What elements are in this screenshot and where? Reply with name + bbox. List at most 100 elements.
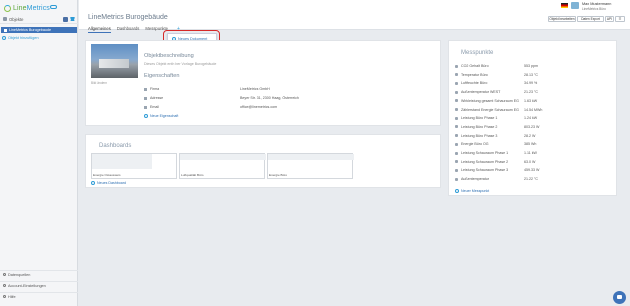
messpunkt-row[interactable]: Außentemperatur — [455, 177, 565, 181]
messpunkt-value: 803.23 W — [524, 124, 540, 129]
tab-allgemeines[interactable]: Allgemeines — [88, 26, 111, 33]
text-icon — [144, 87, 147, 91]
data-export-button[interactable]: Daten Export — [577, 16, 604, 22]
avatar[interactable] — [571, 2, 579, 9]
sensor-icon — [455, 108, 458, 111]
dashboard-thumbnail[interactable]: Energie Büro — [267, 153, 354, 179]
object-description: Dieses Objekt enth ber Vorlage Burogebäu… — [144, 62, 217, 66]
messpunkt-label: Leistung Büro Phase 1 — [461, 116, 498, 121]
sensor-icon — [455, 90, 458, 94]
plus-circle-icon — [144, 114, 148, 118]
messpunkt-value: 1.63 kW — [524, 98, 538, 103]
messpunkt-value: 28.2 W — [524, 133, 536, 138]
thumbnail-preview — [92, 154, 152, 169]
cloud-icon[interactable] — [50, 5, 57, 9]
sidebar-footer-datenquellen[interactable]: Datenquellen — [0, 270, 78, 278]
messpunkt-row[interactable]: Zählerstand Energie Schauraum EG — [455, 108, 565, 112]
property-row-adresse: Adresse — [144, 96, 163, 100]
sidebar-footer-label: Datenquellen — [8, 272, 31, 277]
property-row-email: Email — [144, 105, 159, 109]
messpunkt-label: Wirkleistung gesamt Schauraum EG — [461, 98, 519, 103]
plus-circle-icon — [91, 181, 95, 185]
messpunkt-row[interactable]: Wirkleistung gesamt Schauraum EG — [455, 99, 565, 103]
messpunkt-row[interactable]: Leistung Büro Phase 1 — [455, 116, 565, 120]
linemetrics-logo[interactable]: LineMetrics — [4, 3, 50, 13]
menu-icon[interactable]: ☰ — [615, 16, 625, 22]
messpunkt-row[interactable]: Leistung Schauraum Phase 2 — [455, 160, 565, 164]
property-row-firma: Firma — [144, 87, 159, 91]
change-image-link[interactable]: Bild ändern — [91, 81, 107, 85]
building-icon — [4, 28, 7, 32]
object-image[interactable] — [91, 44, 138, 78]
messpunkt-row[interactable]: CO2 Gehalt Büro — [455, 64, 565, 68]
messpunkte-card: Messpunkte CO2 Gehalt Büro 553 ppm Tempera… — [448, 40, 617, 196]
messpunkt-label: Leistung Schauraum Phase 3 — [461, 168, 509, 173]
sidebar-footer-account-settings[interactable]: Account-Einstellungen — [0, 281, 78, 289]
sidebar-item-linemetrics-burogebaude[interactable]: LineMetrics Burogebaude — [1, 27, 77, 33]
sidebar-footer-label: Account-Einstellungen — [8, 283, 46, 288]
add-dashboard-button[interactable]: Neues Dashboard — [91, 181, 126, 185]
api-button[interactable]: API — [605, 16, 614, 22]
sensor-icon — [455, 73, 458, 77]
sensor-icon — [455, 64, 458, 68]
dashboard-name: Energie Ostausweis — [93, 173, 121, 177]
messpunkt-label: Leistung Schauraum Phase 1 — [461, 151, 509, 155]
user-name[interactable]: Max Mustermann — [582, 2, 611, 6]
messpunkte-title: Messpunkte — [461, 50, 494, 56]
sensor-icon — [455, 81, 458, 85]
add-dashboard-label: Neues Dashboard — [97, 181, 126, 185]
sidebar-footer-help[interactable]: Hilfe — [0, 292, 78, 300]
list-view-icon[interactable] — [63, 17, 68, 22]
description-title: Objektbeschreibung — [144, 53, 194, 59]
messpunkt-value: 1.11 kW — [524, 151, 537, 155]
messpunkt-row[interactable]: Leistung Schauraum Phase 3 — [455, 168, 565, 172]
dashboard-thumbnail[interactable]: Luftqualität Büro — [179, 153, 266, 179]
add-property-button[interactable]: Neue Eigenschaft — [144, 114, 178, 118]
sensor-icon — [455, 116, 458, 120]
messpunkt-value: 459.33 W — [524, 168, 540, 173]
messpunkt-label: CO2 Gehalt Büro — [461, 64, 489, 68]
add-messpunkt-button[interactable]: Neuer Messpunkt — [455, 189, 489, 193]
messpunkt-row[interactable]: Energie Büro OG — [455, 142, 565, 146]
messpunkt-label: Leistung Büro Phase 3 — [461, 133, 498, 138]
filter-icon[interactable] — [70, 17, 75, 21]
datasource-icon — [3, 273, 6, 276]
sidebar-footer-label: Hilfe — [8, 294, 16, 299]
add-object-button[interactable]: Objekt hinzufügen — [2, 36, 39, 40]
sensor-icon — [455, 142, 458, 146]
messpunkt-row[interactable]: Temperatur Büro — [455, 73, 565, 77]
text-icon — [144, 105, 147, 109]
messpunkt-value: 63.0 W — [524, 159, 536, 164]
messpunkt-label: Leistung Büro Phase 2 — [461, 124, 498, 129]
sensor-icon — [455, 151, 458, 155]
messpunkt-value: 1.24 kW — [524, 116, 538, 121]
messpunkt-row[interactable]: Außentemperatur WEST — [455, 90, 565, 94]
messpunkt-label: Luftfeuchte Büro — [461, 81, 488, 86]
sidebar-item-label: LineMetrics Burogebaude — [9, 28, 52, 32]
sensor-icon — [455, 99, 458, 103]
objects-icon — [3, 17, 7, 21]
tab-dashboards[interactable]: Dashboards — [117, 26, 140, 33]
logo-icon — [4, 4, 11, 12]
dashboard-thumbnail[interactable]: Energie Ostausweis — [91, 153, 177, 179]
messpunkt-row[interactable]: Leistung Büro Phase 3 — [455, 134, 565, 138]
add-property-label: Neue Eigenschaft — [150, 114, 179, 118]
messpunkt-label: Energie Büro OG — [461, 142, 489, 147]
messpunkt-row[interactable]: Leistung Büro Phase 2 — [455, 125, 565, 129]
sidebar: LineMetrics Objekte LineMetrics Burogeba… — [0, 0, 78, 306]
add-object-label: Objekt hinzufügen — [8, 36, 39, 40]
messpunkt-row[interactable]: Luftfeuchte Büro — [455, 81, 565, 85]
edit-object-button[interactable]: Objekt bearbeiten — [548, 16, 576, 22]
dashboards-title: Dashboards — [99, 143, 132, 149]
sensor-icon — [455, 168, 458, 172]
property-value: office@linemetrics.com — [240, 105, 278, 109]
settings-icon — [3, 284, 6, 287]
logo-text-line: Line — [13, 4, 27, 12]
messpunkt-value: 553 ppm — [524, 64, 538, 68]
logo-text-metrics: Metrics — [26, 4, 50, 12]
chat-icon[interactable] — [613, 291, 626, 304]
sensor-icon — [455, 177, 458, 181]
language-flag-icon[interactable] — [561, 3, 568, 8]
messpunkt-row[interactable]: Leistung Schauraum Phase 1 — [455, 151, 565, 155]
text-icon — [144, 96, 147, 100]
